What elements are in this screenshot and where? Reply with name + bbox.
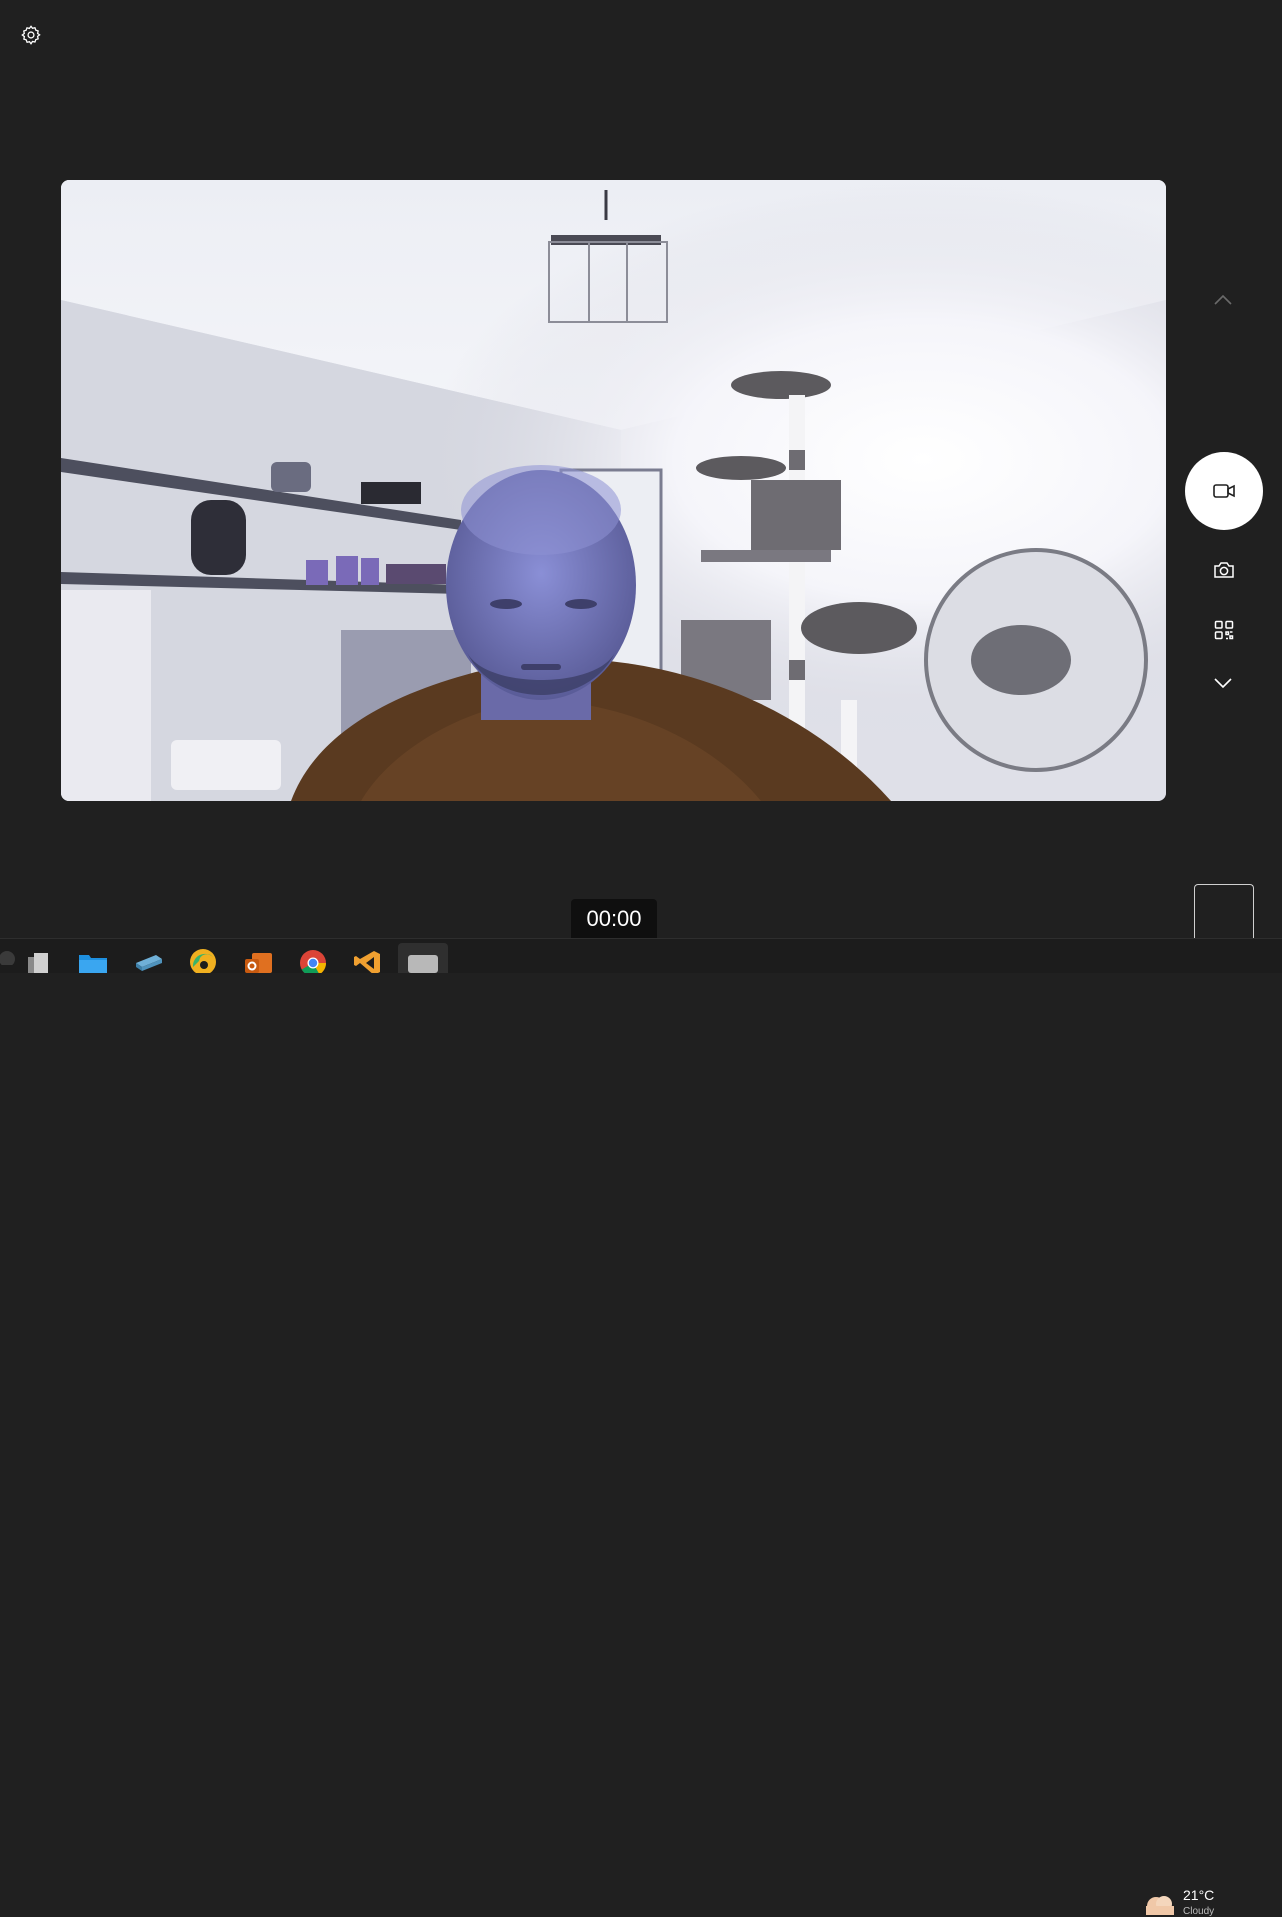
gear-icon	[21, 25, 41, 45]
outlook-icon[interactable]	[241, 945, 275, 975]
cloud-icon	[1146, 1896, 1174, 1915]
video-camera-icon	[1213, 484, 1235, 498]
chevron-up-icon	[1214, 294, 1232, 305]
weather-widget[interactable]: 21°C Cloudy	[1142, 1880, 1282, 1917]
scroll-up-button[interactable]	[1208, 287, 1238, 313]
chevron-down-icon	[1214, 678, 1232, 689]
task-view-icon[interactable]	[21, 945, 55, 975]
camera-app: 00:00	[0, 0, 1282, 939]
settings-button[interactable]	[14, 18, 48, 52]
scroll-down-button[interactable]	[1208, 670, 1238, 696]
edge-canary-icon[interactable]	[186, 945, 220, 975]
camera-preview	[61, 180, 1166, 801]
video-mode-button[interactable]	[1185, 452, 1263, 530]
taskbar: 21°C Cloudy	[0, 938, 1282, 1917]
recording-timer: 00:00	[571, 899, 657, 938]
visual-studio-icon[interactable]	[351, 945, 385, 975]
qr-code-icon	[1214, 620, 1234, 640]
file-explorer-icon[interactable]	[76, 945, 110, 975]
photo-mode-button[interactable]	[1208, 555, 1240, 585]
qr-scan-button[interactable]	[1208, 615, 1240, 645]
chrome-icon[interactable]	[296, 945, 330, 975]
weather-condition: Cloudy	[1183, 1906, 1215, 1917]
last-capture-thumbnail[interactable]	[1194, 884, 1254, 939]
weather-temperature: 21°C	[1183, 1887, 1215, 1903]
scanner-icon[interactable]	[131, 945, 165, 975]
camera-icon	[1214, 562, 1234, 578]
camera-app-icon[interactable]	[398, 943, 448, 973]
